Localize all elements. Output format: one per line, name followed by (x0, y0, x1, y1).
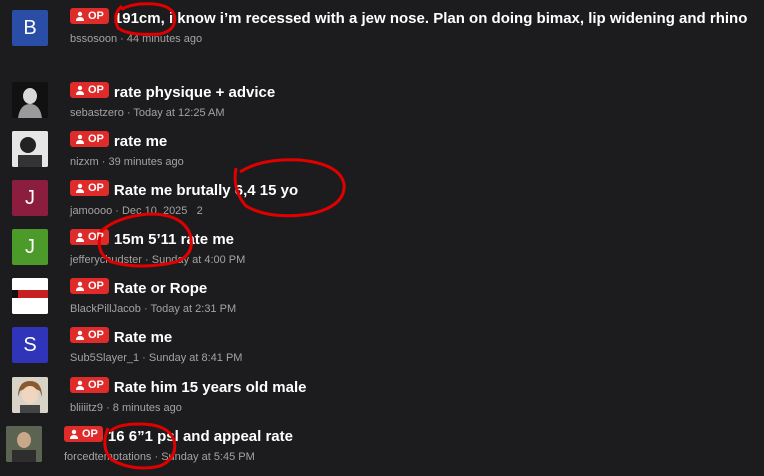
author-link[interactable]: jamoooo (70, 205, 112, 217)
timestamp[interactable]: 44 minutes ago (127, 33, 202, 45)
author-link[interactable]: forcedtemptations (64, 451, 151, 463)
timestamp[interactable]: 8 minutes ago (113, 402, 182, 414)
thread-title[interactable]: OP 15m 5’11 rate me (70, 229, 754, 251)
avatar[interactable] (6, 426, 42, 462)
op-badge: OP (70, 327, 109, 343)
thread-row[interactable]: B OP 191cm, i know i’m recessed with a je… (0, 6, 764, 76)
author-link[interactable]: nizxm (70, 156, 99, 168)
thread-title[interactable]: OP Rate me (70, 327, 754, 349)
user-icon (76, 232, 84, 242)
avatar[interactable]: B (12, 10, 48, 46)
thread-meta: nizxm · 39 minutes ago (70, 156, 184, 168)
user-photo-icon (12, 377, 48, 413)
user-icon (76, 183, 84, 193)
avatar[interactable] (12, 82, 48, 118)
logo-avatar-icon (12, 278, 48, 314)
thread-row[interactable]: OP rate me nizxm · 39 minutes ago (0, 129, 764, 173)
op-badge: OP (70, 377, 109, 393)
avatar[interactable]: J (12, 229, 48, 265)
author-link[interactable]: Sub5Slayer_1 (70, 352, 139, 364)
op-badge: OP (70, 131, 109, 147)
thread-row[interactable]: OP rate physique + advice sebastzero · To… (0, 80, 764, 124)
avatar[interactable] (12, 377, 48, 413)
avatar[interactable]: J (12, 180, 48, 216)
thread-title[interactable]: OP Rate him 15 years old male (70, 377, 754, 399)
avatar[interactable]: S (12, 327, 48, 363)
avatar[interactable] (12, 131, 48, 167)
thread-meta: BlackPillJacob · Today at 2:31 PM (70, 303, 237, 315)
op-badge: OP (70, 8, 109, 24)
reply-count: 2 (196, 205, 203, 217)
op-badge: OP (70, 180, 109, 196)
timestamp[interactable]: Sunday at 5:45 PM (161, 451, 255, 463)
avatar[interactable] (12, 278, 48, 314)
thread-row[interactable]: OP Rate him 15 years old male bliiiitz9 ·… (0, 375, 764, 419)
thread-row[interactable]: S OP Rate me Sub5Slayer_1 · Sunday at 8:4… (0, 325, 764, 369)
user-icon (70, 429, 78, 439)
thread-meta: forcedtemptations · Sunday at 5:45 PM (64, 451, 255, 463)
op-badge: OP (70, 229, 109, 245)
timestamp[interactable]: Sunday at 4:00 PM (152, 254, 246, 266)
thread-meta: bssosoon · 44 minutes ago (70, 33, 203, 45)
thread-title[interactable]: OP Rate me brutally 6,4 15 yo (70, 180, 754, 202)
user-icon (76, 380, 84, 390)
user-icon (76, 330, 84, 340)
user-icon (76, 85, 84, 95)
thread-meta: jamoooo · Dec 10, 2025 2 (70, 205, 203, 217)
user-photo-icon (6, 426, 42, 462)
thread-meta: bliiiitz9 · 8 minutes ago (70, 402, 182, 414)
thread-row[interactable]: OP 16 6”1 psl and appeal rate forcedtempt… (0, 424, 764, 468)
thread-row[interactable]: J OP Rate me brutally 6,4 15 yo jamoooo ·… (0, 178, 764, 222)
author-link[interactable]: jefferychudster (70, 254, 142, 266)
timestamp[interactable]: Sunday at 8:41 PM (149, 352, 243, 364)
thread-title[interactable]: OP 191cm, i know i’m recessed with a jew … (70, 8, 754, 30)
timestamp[interactable]: Today at 2:31 PM (151, 303, 237, 315)
timestamp[interactable]: Dec 10, 2025 (122, 205, 187, 217)
author-link[interactable]: bssosoon (70, 33, 117, 45)
user-icon (76, 281, 84, 291)
author-link[interactable]: bliiiitz9 (70, 402, 103, 414)
user-photo-icon (12, 82, 48, 118)
user-icon (76, 134, 84, 144)
op-badge: OP (64, 426, 103, 442)
op-badge: OP (70, 278, 109, 294)
thread-row[interactable]: OP Rate or Rope BlackPillJacob · Today at… (0, 276, 764, 320)
timestamp[interactable]: 39 minutes ago (109, 156, 184, 168)
thread-title[interactable]: OP Rate or Rope (70, 278, 754, 300)
author-link[interactable]: sebastzero (70, 107, 124, 119)
thread-meta: sebastzero · Today at 12:25 AM (70, 107, 225, 119)
author-link[interactable]: BlackPillJacob (70, 303, 141, 315)
timestamp[interactable]: Today at 12:25 AM (133, 107, 224, 119)
op-badge: OP (70, 82, 109, 98)
thread-title[interactable]: OP rate physique + advice (70, 82, 754, 104)
thread-title[interactable]: OP rate me (70, 131, 754, 153)
thread-meta: Sub5Slayer_1 · Sunday at 8:41 PM (70, 352, 243, 364)
thread-row[interactable]: J OP 15m 5’11 rate me jefferychudster · S… (0, 227, 764, 271)
thread-title[interactable]: OP 16 6”1 psl and appeal rate (64, 426, 754, 448)
user-photo-icon (12, 131, 48, 167)
thread-meta: jefferychudster · Sunday at 4:00 PM (70, 254, 246, 266)
user-icon (76, 11, 84, 21)
